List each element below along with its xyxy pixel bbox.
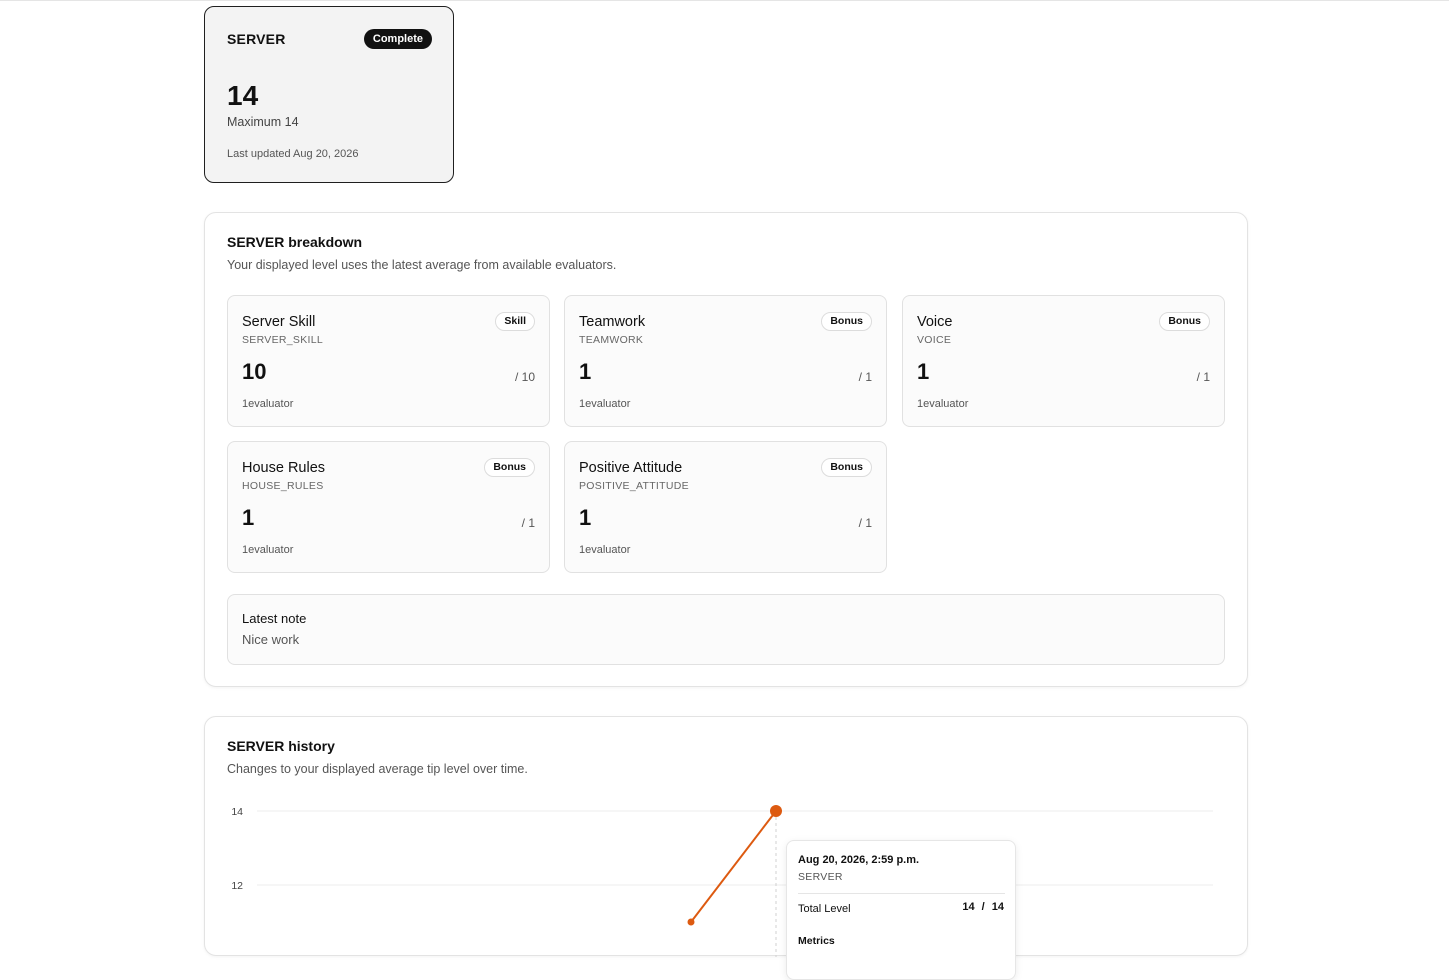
data-point[interactable] xyxy=(687,918,695,926)
metric-max: / 1 xyxy=(1196,370,1210,384)
metric-tag: Bonus xyxy=(821,458,872,477)
metric-code: VOICE xyxy=(917,334,952,346)
metric-name: Teamwork xyxy=(579,314,646,330)
breakdown-subtitle: Your displayed level uses the latest ave… xyxy=(227,258,617,272)
history-panel: SERVER history Changes to your displayed… xyxy=(204,716,1249,980)
metric-value: 10 xyxy=(242,359,267,384)
metric-value: 1 xyxy=(917,359,930,384)
series-line xyxy=(690,810,777,923)
tooltip-row-value: 14 / 14 xyxy=(962,901,1004,913)
top-border xyxy=(0,0,1449,1)
metric-value: 1 xyxy=(579,359,592,384)
metric-max: / 1 xyxy=(521,516,535,530)
chart-tooltip: Aug 20, 2026, 2:59 p.m. SERVER Total Lev… xyxy=(786,840,1016,980)
metric-name: House Rules xyxy=(242,460,326,476)
note-label: Latest note xyxy=(242,611,307,626)
metric-code: TEAMWORK xyxy=(579,334,644,346)
metric-name: Voice xyxy=(917,314,953,330)
summary-last-updated: Last updated Aug 20, 2026 xyxy=(227,148,359,160)
breakdown-title: SERVER breakdown xyxy=(227,234,363,250)
tooltip-category: SERVER xyxy=(798,871,843,883)
metric-max: / 10 xyxy=(514,370,535,384)
latest-note: Latest note Nice work xyxy=(227,594,1225,665)
note-text: Nice work xyxy=(242,632,300,647)
metric-max: / 1 xyxy=(858,370,872,384)
tooltip-divider xyxy=(798,893,1005,894)
metric-value: 1 xyxy=(579,505,592,530)
server-summary-card[interactable]: SERVER Complete 14 Maximum 14 Last updat… xyxy=(204,6,454,183)
y-tick-label: 12 xyxy=(231,880,243,892)
metric-evaluators: 1evaluator xyxy=(242,398,294,410)
metric-evaluators: 1evaluator xyxy=(579,544,631,556)
metric-card-teamwork: Teamwork TEAMWORK Bonus 1 / 1 1evaluator xyxy=(564,295,887,427)
status-badge: Complete xyxy=(363,29,432,49)
tooltip-row-label: Total Level xyxy=(798,903,851,915)
metric-evaluators: 1evaluator xyxy=(242,544,294,556)
breakdown-panel: SERVER breakdown Your displayed level us… xyxy=(204,212,1248,687)
summary-title: SERVER xyxy=(227,31,286,47)
data-point[interactable] xyxy=(770,805,782,817)
metric-name: Server Skill xyxy=(242,314,316,330)
metric-code: SERVER_SKILL xyxy=(242,334,324,346)
y-tick-label: 14 xyxy=(231,806,243,818)
metric-code: HOUSE_RULES xyxy=(242,480,324,492)
metric-tag: Bonus xyxy=(1159,312,1210,331)
metric-tag: Bonus xyxy=(484,458,535,477)
metric-card-voice: Voice VOICE Bonus 1 / 1 1evaluator xyxy=(902,295,1225,427)
summary-value: 14 xyxy=(227,80,259,111)
metric-evaluators: 1evaluator xyxy=(579,398,631,410)
metric-card-positive-attitude: Positive Attitude POSITIVE_ATTITUDE Bonu… xyxy=(564,441,887,573)
metric-card-server-skill: Server Skill SERVER_SKILL Skill 10 / 10 … xyxy=(227,295,550,427)
metric-tag: Skill xyxy=(495,312,535,331)
summary-maximum: Maximum 14 xyxy=(227,115,299,129)
tooltip-date: Aug 20, 2026, 2:59 p.m. xyxy=(798,854,920,866)
metric-name: Positive Attitude xyxy=(579,460,683,476)
history-chart[interactable]: 14 12 xyxy=(205,717,1249,957)
metric-max: / 1 xyxy=(858,516,872,530)
metric-value: 1 xyxy=(242,505,255,530)
metric-card-house-rules: House Rules HOUSE_RULES Bonus 1 / 1 1eva… xyxy=(227,441,550,573)
metric-tag: Bonus xyxy=(821,312,872,331)
tooltip-metrics-label: Metrics xyxy=(798,935,835,947)
metric-evaluators: 1evaluator xyxy=(917,398,969,410)
metric-code: POSITIVE_ATTITUDE xyxy=(579,480,689,492)
